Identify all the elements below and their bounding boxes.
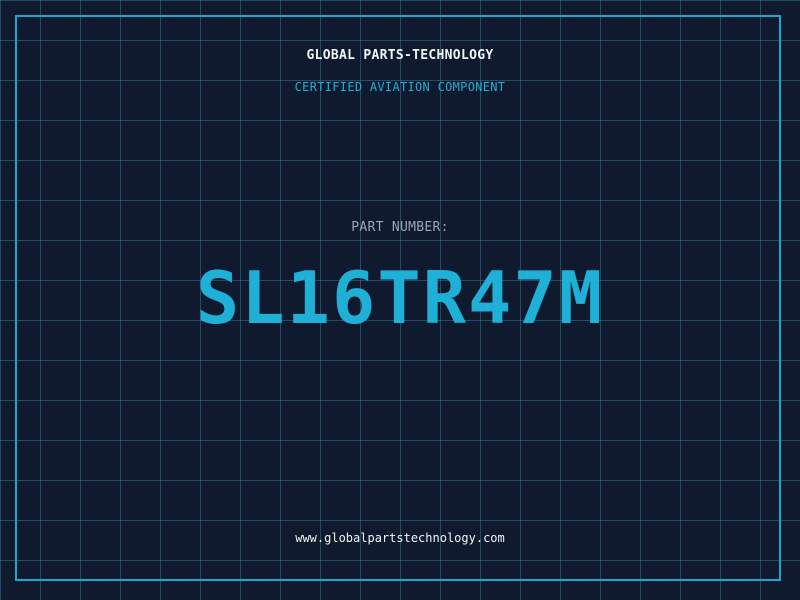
part-number-value: SL16TR47M (195, 256, 605, 340)
certification-subtitle: CERTIFIED AVIATION COMPONENT (294, 80, 506, 94)
website-url: www.globalpartstechnology.com (295, 531, 505, 545)
company-name: GLOBAL PARTS-TECHNOLOGY (306, 48, 494, 63)
part-number-label: PART NUMBER: (351, 220, 449, 235)
label-card: GLOBAL PARTS-TECHNOLOGY CERTIFIED AVIATI… (0, 0, 800, 600)
